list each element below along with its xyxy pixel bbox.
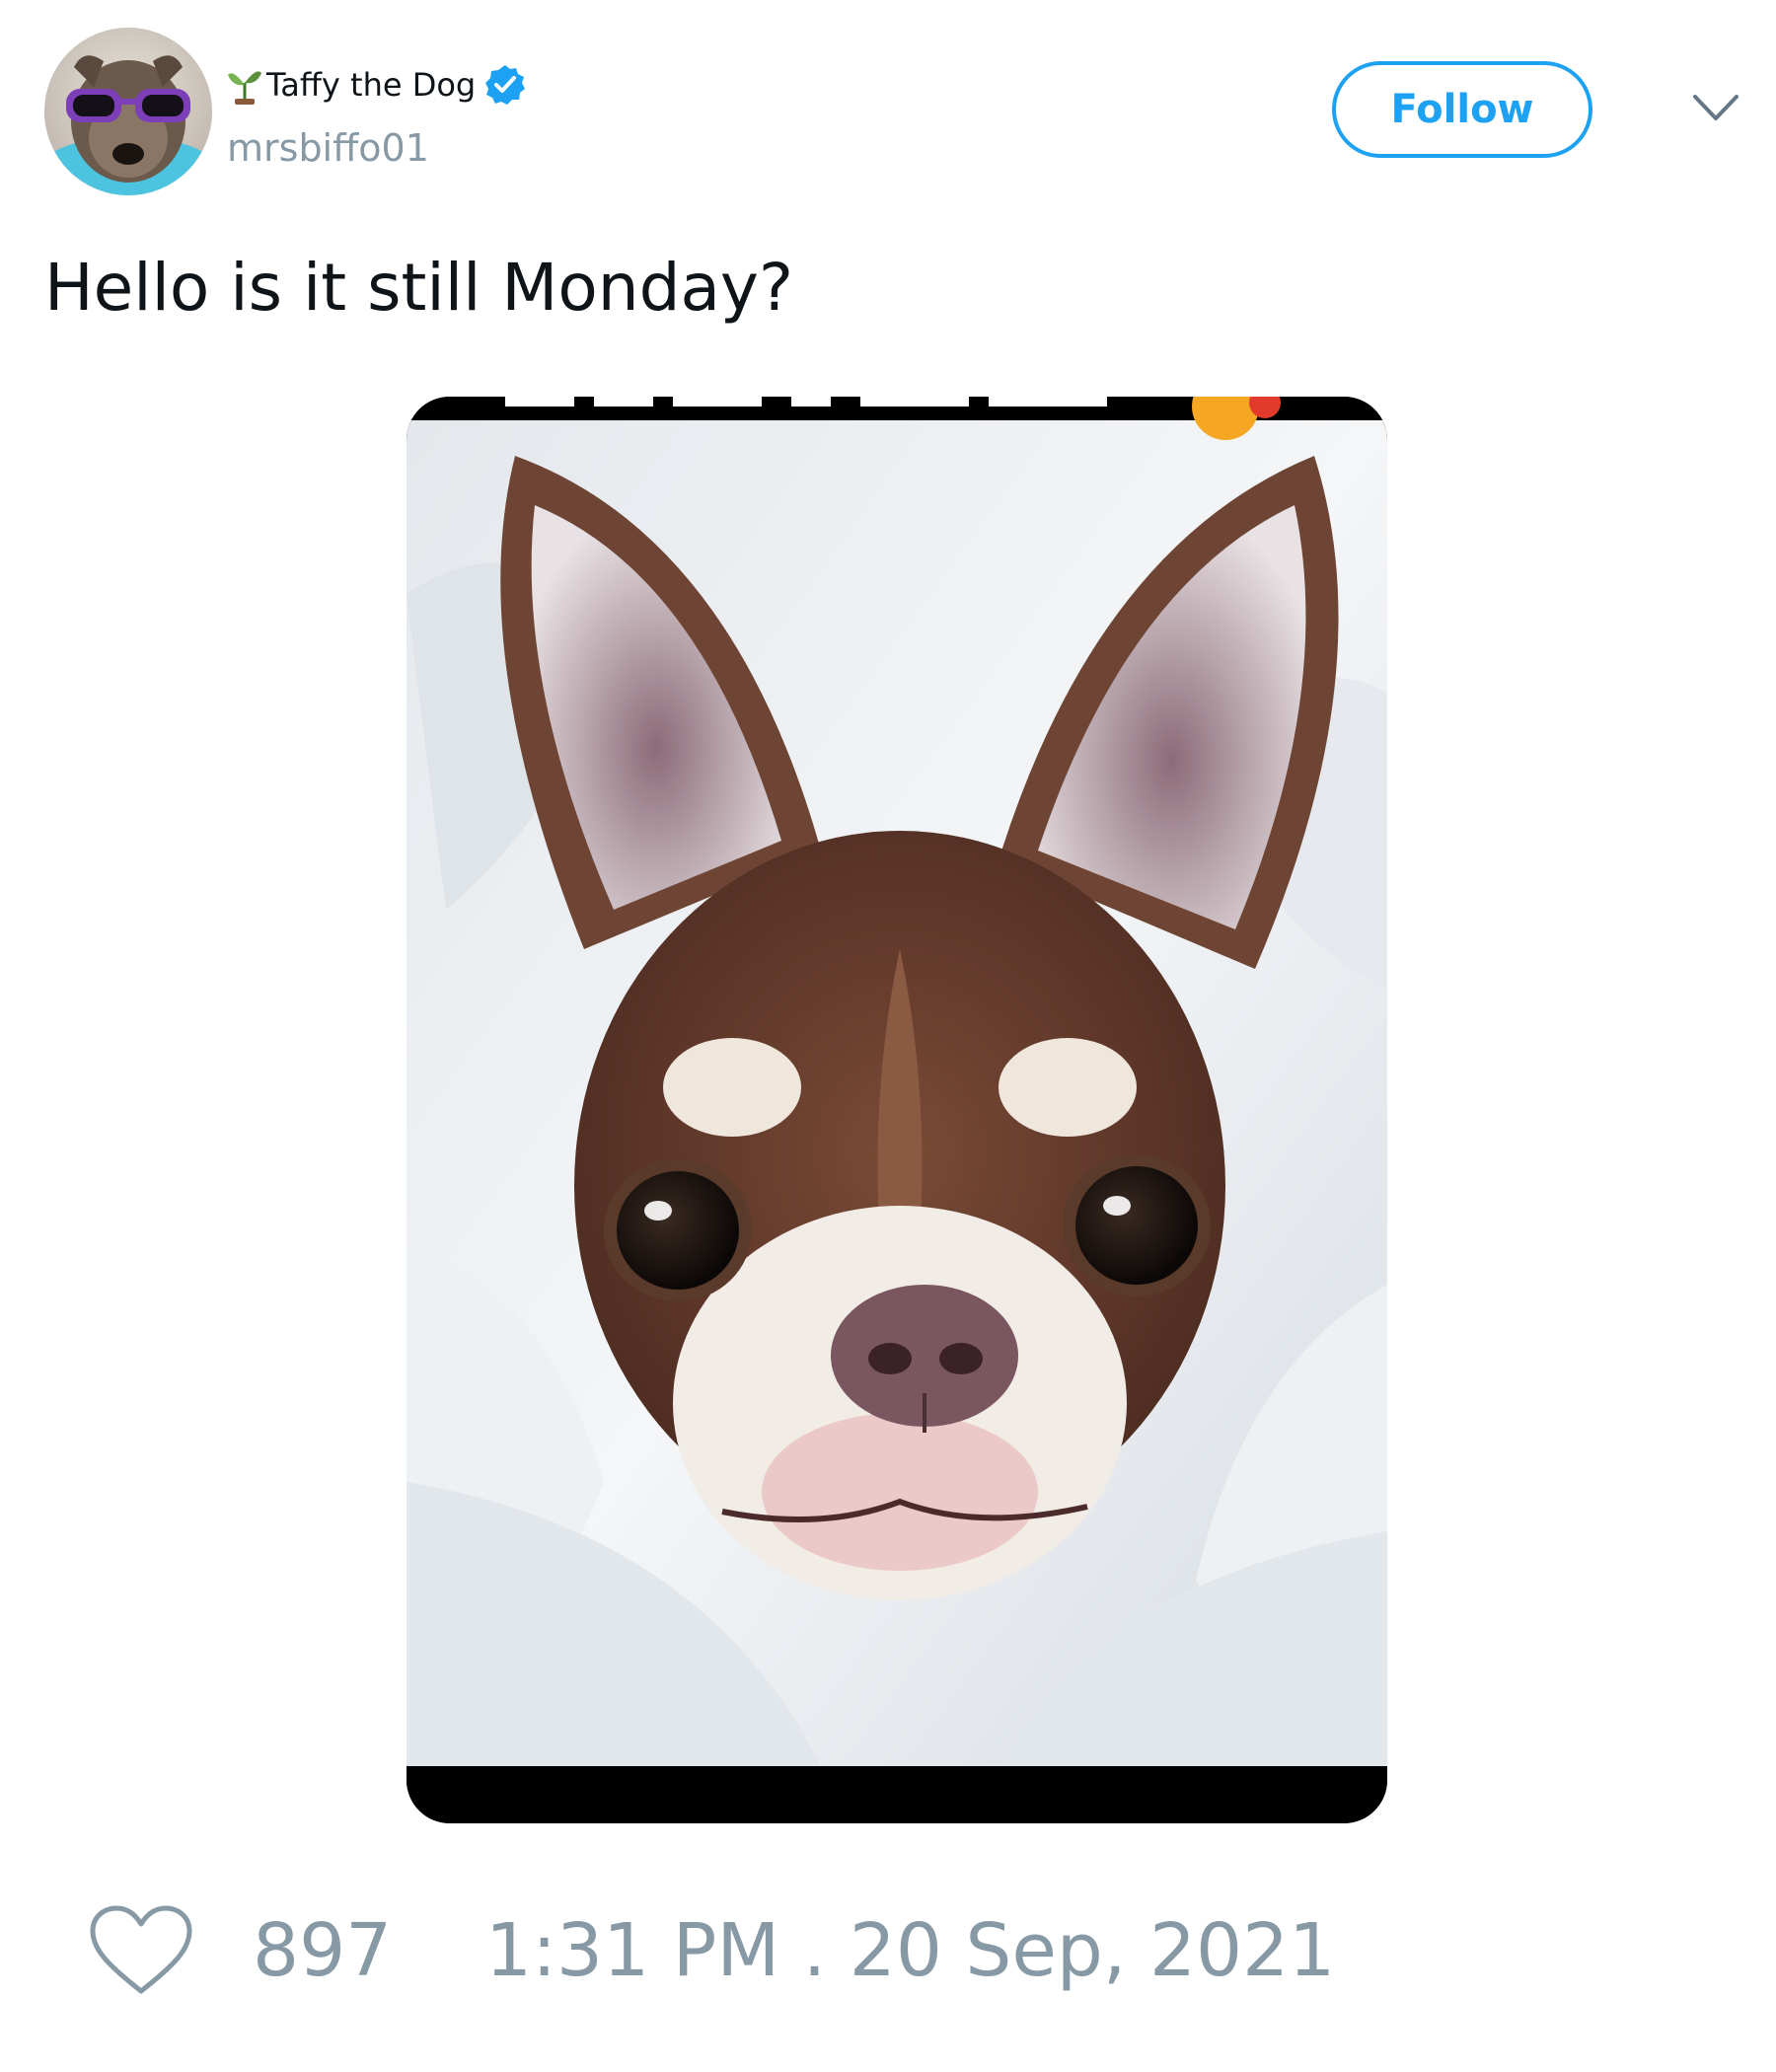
- author-name-row[interactable]: Taffy the Dog: [227, 57, 527, 112]
- chihuahua-photo: [407, 397, 1387, 1823]
- tweet-media-photo[interactable]: [407, 397, 1387, 1823]
- tweet-timestamp[interactable]: 1:31 PM . 20 Sep, 2021: [485, 1908, 1335, 1993]
- author-display-name: Taffy the Dog: [266, 66, 477, 104]
- like-count: 897: [253, 1908, 393, 1993]
- author-handle[interactable]: mrsbiffo01: [227, 126, 429, 170]
- seedling-icon: [227, 65, 262, 105]
- tweet-card: Taffy the Dog mrsbiffo01 Follow Hello is…: [0, 0, 1776, 2072]
- avatar[interactable]: [44, 28, 212, 195]
- follow-button[interactable]: Follow: [1332, 61, 1592, 158]
- avatar-image: [44, 28, 212, 195]
- tweet-text: Hello is it still Monday?: [44, 250, 793, 326]
- heart-outline-icon[interactable]: [89, 1904, 193, 1997]
- chevron-down-icon[interactable]: [1691, 91, 1740, 126]
- verified-badge-icon: [483, 63, 527, 107]
